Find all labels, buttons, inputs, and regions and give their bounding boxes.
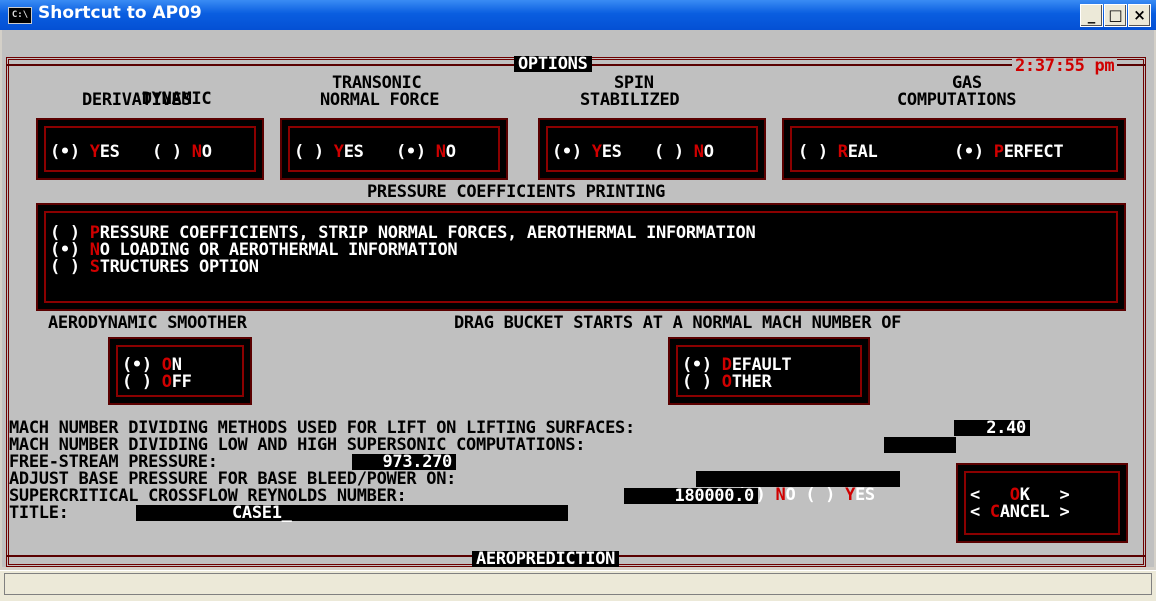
- minimize-button[interactable]: _: [1080, 4, 1103, 27]
- freestream-pressure-label: FREE-STREAM PRESSURE:: [9, 452, 218, 472]
- title-label: TITLE:: [9, 503, 69, 523]
- maximize-button[interactable]: □: [1104, 4, 1127, 27]
- group-gas-heading: GAS: [952, 73, 982, 93]
- group-transonic-heading2: NORMAL FORCE: [320, 90, 440, 110]
- spin-no-option[interactable]: ( ) NO: [654, 144, 714, 161]
- base-pressure-field: (•) NO ( ) YES: [696, 471, 900, 504]
- drag-other-option[interactable]: ( ) OTHER: [682, 374, 772, 391]
- screen-footer: AEROPREDICTION: [472, 551, 620, 567]
- smoother-heading: AERODYNAMIC SMOOTHER: [48, 313, 247, 333]
- group-transonic-heading: TRANSONIC: [332, 73, 422, 93]
- dynamic-yes-option[interactable]: (•) YES: [50, 144, 120, 161]
- mach-supersonic-field[interactable]: [884, 437, 956, 453]
- transonic-yes-option[interactable]: ( ) YES: [294, 144, 364, 161]
- base-pressure-label: ADJUST BASE PRESSURE FOR BASE BLEED/POWE…: [9, 469, 457, 489]
- cancel-button[interactable]: < CANCEL >: [970, 504, 1070, 521]
- pressure-option-full[interactable]: ( ) PRESSURE COEFFICIENTS, STRIP NORMAL …: [50, 225, 756, 242]
- close-button[interactable]: ×: [1128, 4, 1151, 27]
- status-bar: [0, 570, 1156, 601]
- pressure-option-structures[interactable]: ( ) STRUCTURES OPTION: [50, 259, 259, 276]
- gas-computations-box: ( ) REAL (•) PERFECT: [782, 118, 1126, 180]
- action-box: < OK > < CANCEL >: [956, 463, 1128, 543]
- dynamic-derivatives-box: (•) YES ( ) NO: [36, 118, 264, 180]
- pressure-printing-box: ( ) PRESSURE COEFFICIENTS, STRIP NORMAL …: [36, 203, 1126, 311]
- title-field[interactable]: CASE1_: [136, 505, 568, 522]
- console-screen: OPTIONS 2:37:55 pm AEROPREDICTION DYNAMI…: [2, 30, 1154, 567]
- window-title: Shortcut to AP09: [38, 3, 202, 23]
- group-dynamic-heading2: DERIVATIVES: [82, 90, 192, 110]
- ok-button[interactable]: < OK >: [970, 487, 1070, 504]
- drag-box: (•) DEFAULT ( ) OTHER: [668, 337, 870, 405]
- group-spin-heading: SPIN: [614, 73, 654, 93]
- mach-lift-field[interactable]: 2.40: [954, 420, 1030, 437]
- console-icon: C:\: [8, 7, 32, 24]
- freestream-pressure-field[interactable]: 973.270: [352, 454, 456, 471]
- gas-perfect-option[interactable]: (•) PERFECT: [954, 144, 1064, 161]
- drag-heading: DRAG BUCKET STARTS AT A NORMAL MACH NUMB…: [454, 313, 902, 333]
- screen-header: OPTIONS: [514, 56, 592, 73]
- smoother-on-option[interactable]: (•) ON: [122, 357, 182, 374]
- transonic-normal-force-box: ( ) YES (•) NO: [280, 118, 508, 180]
- spin-stabilized-box: (•) YES ( ) NO: [538, 118, 766, 180]
- pressure-printing-heading: PRESSURE COEFFICIENTS PRINTING: [367, 182, 666, 202]
- pressure-option-none[interactable]: (•) NO LOADING OR AEROTHERMAL INFORMATIO…: [50, 242, 458, 259]
- drag-default-option[interactable]: (•) DEFAULT: [682, 357, 792, 374]
- transonic-no-option[interactable]: (•) NO: [396, 144, 456, 161]
- gas-real-option[interactable]: ( ) REAL: [798, 144, 878, 161]
- mach-lift-label: MACH NUMBER DIVIDING METHODS USED FOR LI…: [9, 418, 635, 438]
- base-yes-option[interactable]: ( ) YES: [805, 485, 875, 505]
- status-field: [4, 573, 1152, 595]
- smoother-off-option[interactable]: ( ) OFF: [122, 374, 192, 391]
- reynolds-label: SUPERCRITICAL CROSSFLOW REYNOLDS NUMBER:: [9, 486, 407, 506]
- title-bar[interactable]: C:\ Shortcut to AP09 _ □ ×: [0, 0, 1156, 30]
- mach-supersonic-label: MACH NUMBER DIVIDING LOW AND HIGH SUPERS…: [9, 435, 586, 455]
- dynamic-no-option[interactable]: ( ) NO: [152, 144, 212, 161]
- smoother-box: (•) ON ( ) OFF: [108, 337, 252, 405]
- spin-yes-option[interactable]: (•) YES: [552, 144, 622, 161]
- clock: 2:37:55 pm: [1012, 58, 1118, 75]
- group-gas-heading2: COMPUTATIONS: [897, 90, 1017, 110]
- reynolds-field[interactable]: 180000.0: [624, 488, 758, 505]
- group-spin-heading2: STABILIZED: [580, 90, 680, 110]
